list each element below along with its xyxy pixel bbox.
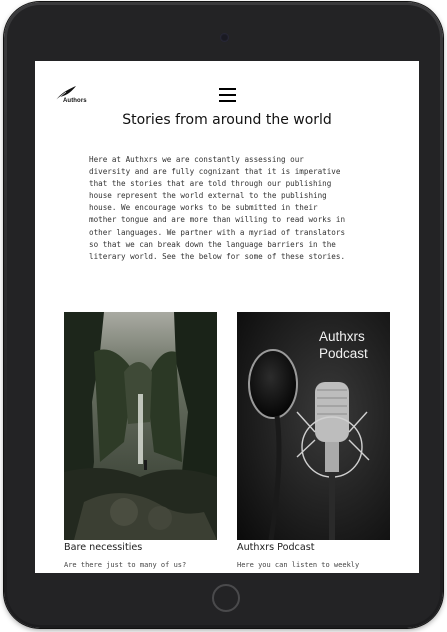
front-camera	[220, 33, 229, 42]
tablet-frame: Authors Stories from around the world He…	[4, 2, 443, 628]
story-card-podcast[interactable]: Authxrs Podcast Authxrs Podcast Here you…	[237, 312, 390, 569]
screen: Authors Stories from around the world He…	[35, 61, 419, 573]
page-title: Stories from around the world	[122, 112, 332, 128]
card-title[interactable]: Authxrs Podcast	[237, 542, 314, 553]
intro-paragraph: Here at Authxrs we are constantly assess…	[89, 155, 346, 261]
hamburger-menu-icon[interactable]	[219, 88, 236, 102]
podcast-image-label: Authxrs Podcast	[319, 329, 368, 361]
logo-text: Authors	[63, 98, 87, 104]
story-card-bare-necessities[interactable]: Bare necessities Are there just to many …	[64, 312, 217, 569]
site-logo[interactable]: Authors	[54, 85, 94, 107]
podcast-microphone-image[interactable]: Authxrs Podcast	[237, 312, 390, 540]
card-description: Here you can listen to weekly	[237, 561, 360, 569]
card-description: Are there just to many of us?	[64, 561, 187, 569]
waterfall-image[interactable]	[64, 312, 217, 540]
card-title[interactable]: Bare necessities	[64, 542, 142, 553]
home-button[interactable]	[212, 584, 240, 612]
